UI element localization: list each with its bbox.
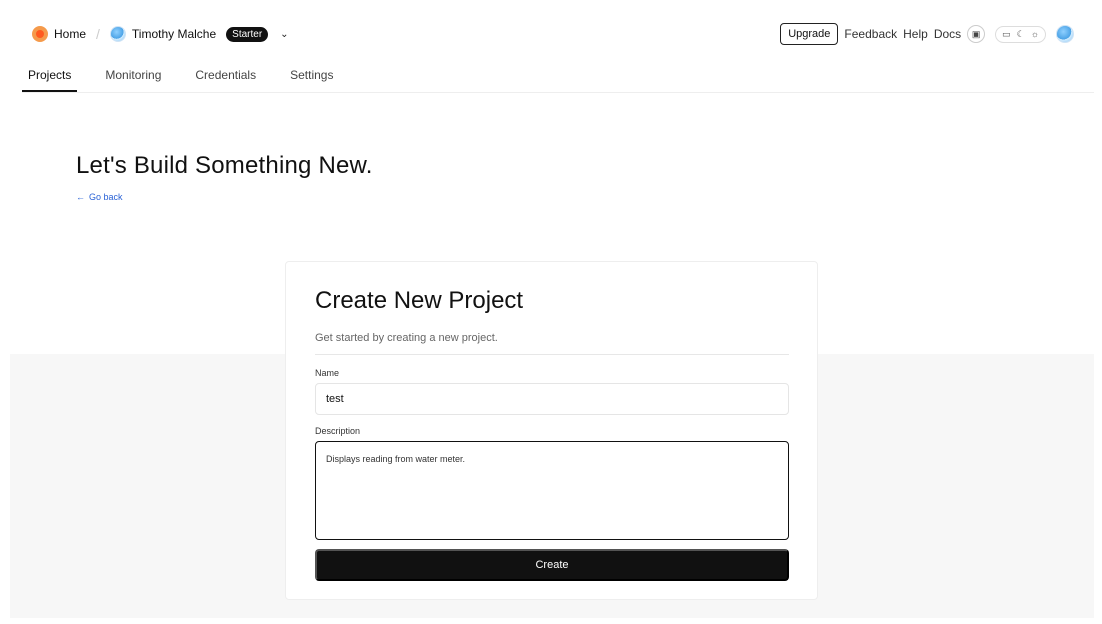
divider — [315, 354, 789, 355]
description-textarea[interactable]: Displays reading from water meter. — [315, 441, 789, 540]
main-nav: Projects Monitoring Credentials Settings — [22, 68, 1094, 93]
go-back-link[interactable]: ← Go back — [76, 192, 123, 202]
theme-toggle[interactable]: ▭ ☾ ☼ — [995, 25, 1046, 43]
chevron-down-icon[interactable]: ⌄ — [280, 29, 288, 40]
plan-badge: Starter — [226, 26, 269, 42]
breadcrumb-separator: / — [96, 26, 100, 42]
card-subtitle: Get started by creating a new project. — [315, 332, 498, 344]
header-tools: Upgrade Feedback Help Docs ▣ ▭ ☾ ☼ — [780, 23, 1074, 45]
discord-icon[interactable]: ▣ — [967, 25, 986, 43]
user-name[interactable]: Timothy Malche — [132, 27, 216, 41]
tab-monitoring[interactable]: Monitoring — [99, 68, 167, 92]
app-logo-icon[interactable] — [32, 26, 48, 42]
top-bar: Home / Timothy Malche Starter ⌄ Upgrade … — [0, 0, 1102, 62]
sun-icon[interactable]: ☼ — [1031, 29, 1039, 40]
moon-icon[interactable]: ☾ — [1017, 29, 1025, 40]
docs-link[interactable]: Docs — [934, 27, 961, 41]
name-input[interactable]: test — [315, 383, 789, 415]
user-avatar-icon — [109, 26, 126, 42]
name-label: Name — [315, 368, 340, 378]
page-title: Let's Build Something New. — [76, 152, 373, 179]
description-label: Description — [315, 426, 361, 436]
tab-projects[interactable]: Projects — [22, 68, 78, 92]
feedback-link[interactable]: Feedback — [844, 27, 897, 41]
tab-credentials[interactable]: Credentials — [189, 68, 262, 92]
profile-avatar[interactable] — [1056, 25, 1074, 43]
monitor-icon[interactable]: ▭ — [1002, 29, 1011, 40]
create-project-card: Create New Project Get started by creati… — [285, 261, 818, 600]
help-link[interactable]: Help — [903, 27, 928, 41]
tab-settings[interactable]: Settings — [284, 68, 339, 92]
home-link[interactable]: Home — [54, 27, 86, 41]
upgrade-button[interactable]: Upgrade — [780, 23, 839, 45]
card-title: Create New Project — [315, 287, 524, 314]
create-button[interactable]: Create — [315, 549, 789, 581]
go-back-label: Go back — [89, 192, 123, 202]
arrow-left-icon: ← — [76, 192, 85, 202]
breadcrumb: Home / Timothy Malche Starter ⌄ — [32, 26, 289, 42]
